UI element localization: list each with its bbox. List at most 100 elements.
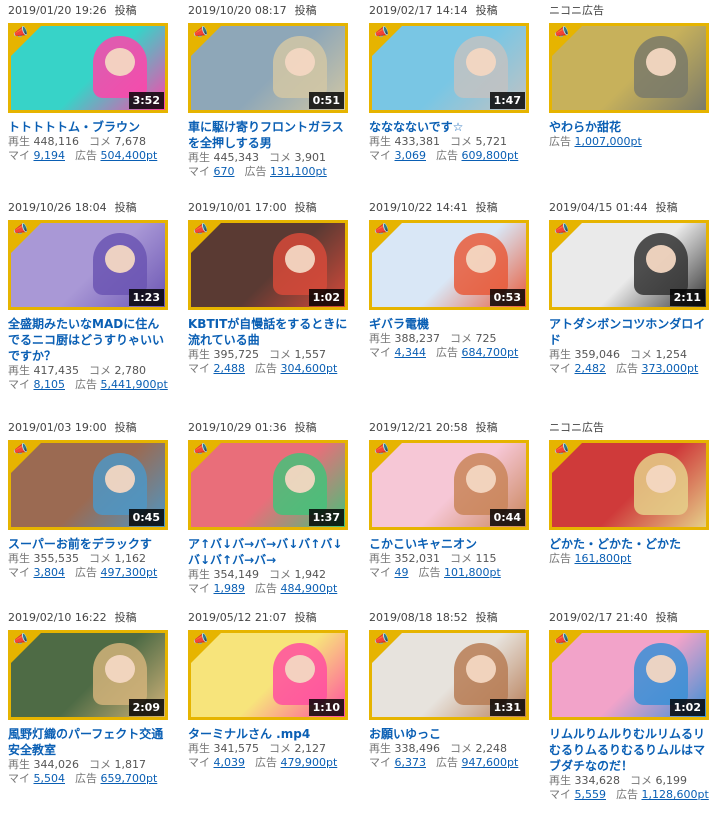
mylist-link[interactable]: 4,039 bbox=[214, 756, 246, 769]
ad-link[interactable]: 659,700pt bbox=[101, 772, 158, 785]
ad-link[interactable]: 609,800pt bbox=[462, 149, 519, 162]
thumbnail-link[interactable]: 📣 1:37 bbox=[188, 440, 348, 530]
ad-link[interactable]: 161,800pt bbox=[575, 552, 632, 565]
thumbnail-link[interactable]: 📣 0:45 bbox=[8, 440, 168, 530]
video-title[interactable]: ギバラ電機 bbox=[369, 316, 529, 332]
video-title[interactable]: ターミナルさん .mp4 bbox=[188, 726, 348, 742]
thumbnail-link[interactable]: 📣 1:02 bbox=[549, 630, 709, 720]
thumbnail-link[interactable]: 📣 1:31 bbox=[369, 630, 529, 720]
mylist-link[interactable]: 5,559 bbox=[575, 788, 607, 801]
video-title[interactable]: ア↑バ↓バ→バ→バ↓バ↑バ↓バ↓バ↑バ→バ→ bbox=[188, 536, 348, 568]
mylist-label: マイ bbox=[8, 772, 30, 785]
video-card: 2019/10/20 08:17 投稿 📣 0:51 車に駆け寄りフロントガラスを全押し… bbox=[180, 4, 348, 179]
ad-link[interactable]: 479,900pt bbox=[281, 756, 338, 769]
megaphone-icon: 📣 bbox=[193, 25, 208, 39]
thumbnail-link[interactable]: 📣 1:23 bbox=[8, 220, 168, 310]
megaphone-icon: 📣 bbox=[374, 632, 389, 646]
ad-link[interactable]: 947,600pt bbox=[462, 756, 519, 769]
post-date: 2019/04/15 01:44 投稿 bbox=[549, 201, 709, 215]
video-card: 2019/04/15 01:44 投稿 📣 2:11 アトダシボンコツホンダロイド 再生 … bbox=[541, 201, 709, 376]
ad-link[interactable]: 5,441,900pt bbox=[101, 378, 168, 391]
mylist-link[interactable]: 3,069 bbox=[395, 149, 427, 162]
video-stats: 再生 359,046 コメ 1,254 マイ 2,482 広告 373,000pt bbox=[549, 348, 709, 376]
ad-link[interactable]: 497,300pt bbox=[101, 566, 158, 579]
duration-badge: 0:45 bbox=[128, 509, 164, 526]
ad-link[interactable]: 684,700pt bbox=[462, 346, 519, 359]
post-date-text: 2019/02/10 16:22 bbox=[8, 611, 107, 624]
thumbnail-link[interactable]: 📣 1:10 bbox=[188, 630, 348, 720]
comments-label: コメ bbox=[449, 135, 472, 148]
stats-line-1: 再生 417,435 コメ 2,780 bbox=[8, 364, 168, 378]
views-value: 445,343 bbox=[210, 151, 259, 164]
mylist-link[interactable]: 1,989 bbox=[214, 582, 246, 595]
ad-link[interactable]: 131,100pt bbox=[270, 165, 327, 178]
post-date-text: 2019/10/22 14:41 bbox=[369, 201, 468, 214]
mylist-link[interactable]: 670 bbox=[214, 165, 235, 178]
video-title[interactable]: アトダシボンコツホンダロイド bbox=[549, 316, 709, 348]
thumbnail-link[interactable]: 📣 0:53 bbox=[369, 220, 529, 310]
duration-badge: 1:02 bbox=[669, 699, 705, 716]
views-label: 再生 bbox=[549, 774, 571, 787]
video-card: 2019/10/29 01:36 投稿 📣 1:37 ア↑バ↓バ→バ→バ↓バ↑バ↓バ↓バ… bbox=[180, 421, 348, 596]
video-stats: 広告 1,007,000pt bbox=[549, 135, 709, 149]
thumbnail-link[interactable]: 📣 3:52 bbox=[8, 23, 168, 113]
ad-link[interactable]: 504,400pt bbox=[101, 149, 158, 162]
post-date: 2019/10/20 08:17 投稿 bbox=[188, 4, 348, 18]
megaphone-icon: 📣 bbox=[13, 442, 28, 456]
comments-value: 1,942 bbox=[290, 568, 326, 581]
stats-line-1: 再生 354,149 コメ 1,942 bbox=[188, 568, 348, 582]
video-title[interactable]: 車に駆け寄りフロントガラスを全押しする男 bbox=[188, 119, 348, 151]
ad-label: 広告 bbox=[436, 346, 458, 359]
megaphone-icon: 📣 bbox=[13, 25, 28, 39]
video-title[interactable]: リムルりムルりむルリムるリむるりムるりむるりムルはマブダチなのだ！ bbox=[549, 726, 709, 774]
mylist-link[interactable]: 2,488 bbox=[214, 362, 246, 375]
mylist-label: マイ bbox=[8, 149, 30, 162]
thumbnail-link[interactable]: 📣 0:44 bbox=[369, 440, 529, 530]
ad-link[interactable]: 1,007,000pt bbox=[575, 135, 642, 148]
mylist-link[interactable]: 8,105 bbox=[34, 378, 66, 391]
video-title[interactable]: どかた・どかた・どかた bbox=[549, 536, 709, 552]
stats-line-2: マイ 5,559 広告 1,128,600pt bbox=[549, 788, 709, 802]
mylist-link[interactable]: 4,344 bbox=[395, 346, 427, 359]
ad-link[interactable]: 101,800pt bbox=[444, 566, 501, 579]
thumbnail-link[interactable]: 📣 1:47 bbox=[369, 23, 529, 113]
ad-link[interactable]: 373,000pt bbox=[642, 362, 699, 375]
video-card: 2019/12/21 20:58 投稿 📣 0:44 こかこいキャニオン 再生 352,0… bbox=[361, 421, 529, 580]
video-title[interactable]: こかこいキャニオン bbox=[369, 536, 529, 552]
mylist-link[interactable]: 49 bbox=[395, 566, 409, 579]
thumbnail-link[interactable]: 📣 bbox=[549, 440, 709, 530]
video-title[interactable]: 風野灯織のパーフェクト交通安全教室 bbox=[8, 726, 168, 758]
video-title[interactable]: やわらか甜花 bbox=[549, 119, 709, 135]
ad-link[interactable]: 484,900pt bbox=[281, 582, 338, 595]
mylist-link[interactable]: 3,804 bbox=[34, 566, 66, 579]
posted-label: 投稿 bbox=[294, 611, 317, 624]
thumbnail-link[interactable]: 📣 bbox=[549, 23, 709, 113]
duration-badge: 0:51 bbox=[308, 92, 344, 109]
video-stats: 再生 354,149 コメ 1,942 マイ 1,989 広告 484,900pt bbox=[188, 568, 348, 596]
stats-line-1: 再生 355,535 コメ 1,162 bbox=[8, 552, 168, 566]
video-title[interactable]: スーパーお前をデラックす bbox=[8, 536, 168, 552]
video-title[interactable]: トトトトトム・ブラウン bbox=[8, 119, 168, 135]
mylist-link[interactable]: 9,194 bbox=[34, 149, 66, 162]
ad-link[interactable]: 1,128,600pt bbox=[642, 788, 709, 801]
mylist-link[interactable]: 5,504 bbox=[34, 772, 66, 785]
thumbnail-link[interactable]: 📣 2:11 bbox=[549, 220, 709, 310]
mylist-link[interactable]: 2,482 bbox=[575, 362, 607, 375]
post-date: 2019/12/21 20:58 投稿 bbox=[369, 421, 529, 435]
duration-badge: 1:31 bbox=[489, 699, 525, 716]
video-title[interactable]: お願いゆっこ bbox=[369, 726, 529, 742]
stats-line-1: 再生 388,237 コメ 725 bbox=[369, 332, 529, 346]
video-title[interactable]: なななないです☆ bbox=[369, 119, 529, 135]
comments-label: コメ bbox=[88, 552, 111, 565]
video-title[interactable]: 全盛期みたいなMADに住んでるニコ厨はどうすりゃいいですか？ bbox=[8, 316, 168, 364]
posted-label: 投稿 bbox=[114, 4, 137, 17]
video-stats: 再生 433,381 コメ 5,721 マイ 3,069 広告 609,800pt bbox=[369, 135, 529, 163]
video-title[interactable]: KBTITが自慢話をするときに流れている曲 bbox=[188, 316, 348, 348]
ad-link[interactable]: 304,600pt bbox=[281, 362, 338, 375]
thumbnail-link[interactable]: 📣 2:09 bbox=[8, 630, 168, 720]
video-card: 2019/08/18 18:52 投稿 📣 1:31 お願いゆっこ 再生 338,496 コ… bbox=[361, 611, 529, 770]
thumbnail-link[interactable]: 📣 0:51 bbox=[188, 23, 348, 113]
ad-label: 広告 bbox=[244, 165, 267, 178]
thumbnail-link[interactable]: 📣 1:02 bbox=[188, 220, 348, 310]
mylist-link[interactable]: 6,373 bbox=[395, 756, 427, 769]
